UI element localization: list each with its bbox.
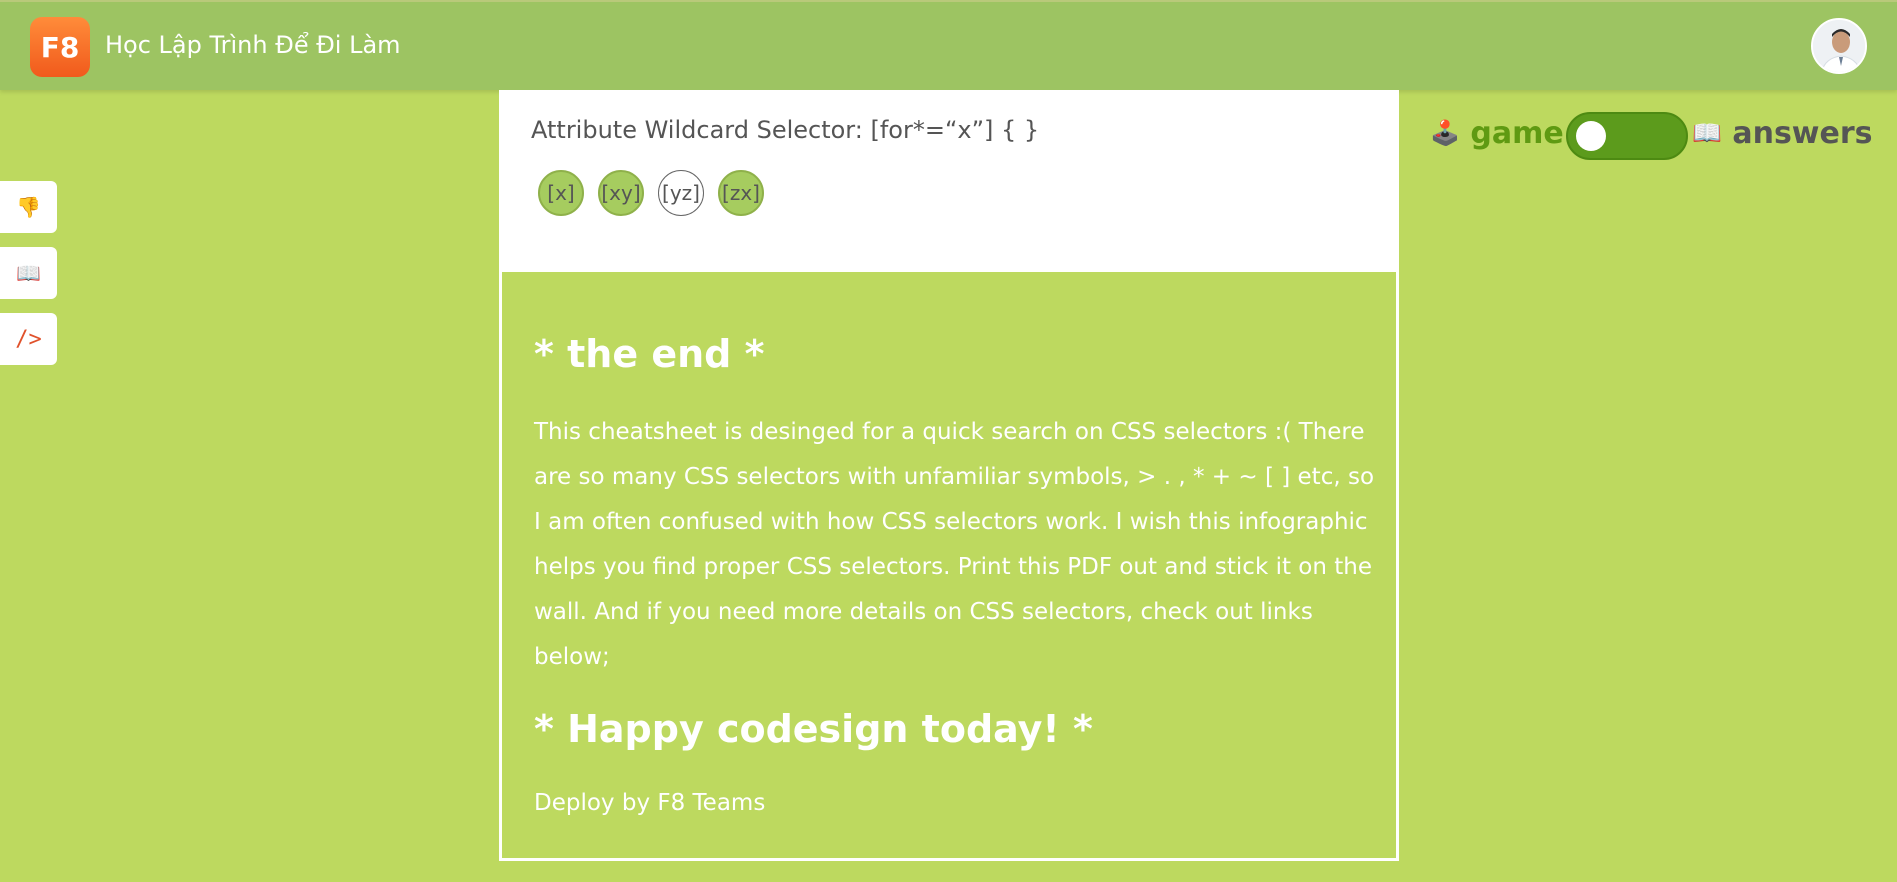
chip-xy[interactable]: [xy] <box>598 170 644 216</box>
book-icon: 📖 <box>1692 119 1722 147</box>
answers-mode-label[interactable]: 📖 answers <box>1692 116 1873 151</box>
end-section: * the end * This cheatsheet is desinged … <box>499 272 1399 861</box>
chip-x[interactable]: [x] <box>538 170 584 216</box>
thumbs-down-icon: 👎 <box>16 195 41 219</box>
deploy-credit: Deploy by F8 Teams <box>534 790 766 816</box>
book-icon: 📖 <box>16 261 41 285</box>
answers-label-text: answers <box>1732 116 1873 151</box>
f8-logo[interactable]: F8 <box>30 17 90 77</box>
dislike-button[interactable]: 👎 <box>0 181 57 233</box>
user-avatar[interactable] <box>1811 18 1867 74</box>
end-description: This cheatsheet is desinged for a quick … <box>534 419 1375 670</box>
toggle-knob <box>1576 121 1606 151</box>
game-mode-label[interactable]: 🕹️ game <box>1430 116 1564 151</box>
code-icon: /> <box>15 326 42 352</box>
mode-toggle[interactable] <box>1566 112 1688 160</box>
selector-title: Attribute Wildcard Selector: [for*=“x”] … <box>531 116 1040 144</box>
site-title[interactable]: Học Lập Trình Để Đi Làm <box>105 31 401 59</box>
game-label-text: game <box>1470 116 1564 151</box>
selector-card: Attribute Wildcard Selector: [for*=“x”] … <box>499 90 1399 272</box>
code-button[interactable]: /> <box>0 313 57 365</box>
chip-yz[interactable]: [yz] <box>658 170 704 216</box>
book-button[interactable]: 📖 <box>0 247 57 299</box>
happy-heading: * Happy codesign today! * <box>534 707 1093 751</box>
chip-zx[interactable]: [zx] <box>718 170 764 216</box>
end-heading: * the end * <box>534 332 765 376</box>
joystick-icon: 🕹️ <box>1430 119 1460 147</box>
avatar-image <box>1813 20 1865 72</box>
top-header: F8 Học Lập Trình Để Đi Làm <box>0 0 1897 90</box>
